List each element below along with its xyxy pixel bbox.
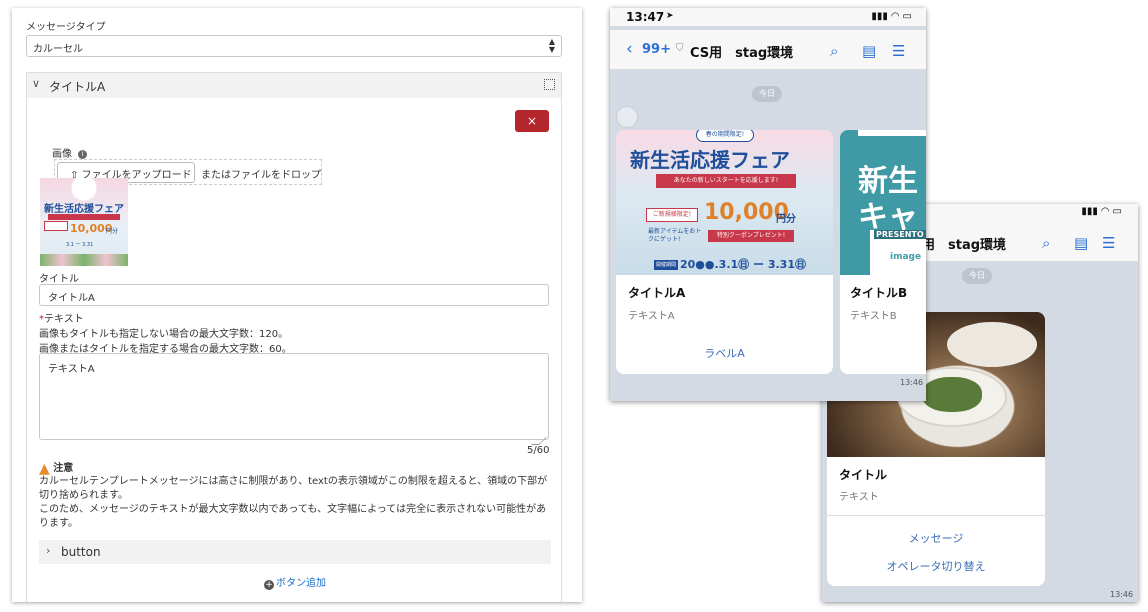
notice-title: 注意 xyxy=(53,463,74,474)
banner-small: 最新アイテムをおトクにゲット! xyxy=(648,228,702,243)
card-title: タイトルB xyxy=(850,286,908,300)
title-input[interactable]: タイトルA xyxy=(39,284,549,306)
day-separator: 今日 xyxy=(752,86,782,102)
banner-price-unit: 円分 xyxy=(776,214,796,225)
select-arrows-icon: ▲ ▼ xyxy=(548,37,555,54)
notice-body-1: カルーセルテンプレートメッセージには高さに制限があり、textの表示領域がこの制… xyxy=(39,476,548,501)
card-divider xyxy=(827,515,1045,516)
banner-ribbon: 春の期間限定! xyxy=(696,130,754,142)
card-title: タイトル xyxy=(839,468,888,482)
card-text: テキストB xyxy=(850,311,897,322)
add-button-label: ボタン追加 xyxy=(276,578,326,589)
message-type-value: カルーセル xyxy=(33,44,83,55)
message-type-select[interactable]: カルーセル ▲ ▼ xyxy=(26,35,562,57)
banner-headline: 新生活応援フェア xyxy=(630,148,790,172)
location-icon: ➤ xyxy=(666,11,674,21)
food-item xyxy=(922,377,982,412)
drag-handle-icon[interactable] xyxy=(544,79,555,90)
card-text: テキスト xyxy=(839,492,879,503)
banner-image: 春の期間限定! 新生活応援フェア あなたの新しいスタートを応援します! ご新規様… xyxy=(616,130,833,275)
message-type-label: メッセージタイプ xyxy=(26,22,106,33)
banner-tag: ご新規様限定! xyxy=(646,208,698,222)
menu-icon[interactable]: ☰ xyxy=(892,42,905,60)
chat-title: CS用 stag環境 xyxy=(690,46,794,61)
chevron-right-icon: › xyxy=(46,544,51,557)
menu-icon[interactable]: ☰ xyxy=(1102,234,1115,252)
thumb-ground xyxy=(40,254,128,266)
status-icons: ▮▮▮ ◠ ▭ xyxy=(1081,206,1122,217)
text-hint-1: 画像もタイトルも指定しない場合の最大文字数：120。 xyxy=(39,329,289,340)
image-label: 画像 i xyxy=(52,145,87,160)
banner-period: 20●●.3.1㊐ ー 3.31㊐ xyxy=(680,258,806,271)
card-b-image-word: image xyxy=(890,252,922,262)
notes-icon[interactable]: ▤ xyxy=(862,42,876,60)
card-b-image: 新生 キャ PRESENTO image xyxy=(840,130,926,275)
clock: 13:47 xyxy=(626,10,665,24)
card-b-banner: PRESENTO xyxy=(874,230,926,239)
carousel-card-a: 春の期間限定! 新生活応援フェア あなたの新しいスタートを応援します! ご新規様… xyxy=(616,130,833,374)
banner-period-tag: 開催期間 xyxy=(654,260,679,270)
info-icon[interactable]: i xyxy=(78,149,87,159)
card-action-message[interactable]: メッセージ xyxy=(827,530,1045,546)
banner-sub: あなたの新しいスタートを応援します! xyxy=(656,174,796,188)
text-label: *テキスト xyxy=(39,310,84,325)
notice-body-2: このため、メッセージのテキストが最大文字数以内であっても、文字幅によっては完全に… xyxy=(39,504,547,529)
text-textarea[interactable]: テキストA xyxy=(39,353,549,440)
plus-circle-icon: + xyxy=(264,580,274,590)
uploaded-image-thumbnail: 新生活応援フェア 10,000 円分 3.1 ー 3.31 xyxy=(40,178,128,266)
drop-hint: またはファイルをドロップ xyxy=(201,170,321,181)
card-action[interactable]: ラベルA xyxy=(616,345,833,361)
banner-coupon: 特別クーポンプレゼント! xyxy=(708,230,794,242)
title-label: タイトル xyxy=(39,274,79,285)
chat-title: 用 stag環境 xyxy=(922,238,1007,253)
carousel-card-b: 新生 キャ PRESENTO image タイトルB テキストB xyxy=(840,130,926,374)
button-section-label: button xyxy=(61,545,101,559)
status-bar: 13:47 ➤ ▮▮▮ ◠ ▭ xyxy=(610,8,926,26)
card-action-operator[interactable]: オペレータ切り替え xyxy=(827,558,1045,574)
add-button-button[interactable]: + ボタン追加 xyxy=(264,574,326,590)
notes-icon[interactable]: ▤ xyxy=(1074,234,1088,252)
thumb-headline: 新生活応援フェア xyxy=(44,204,124,215)
day-separator: 今日 xyxy=(962,268,992,284)
thumb-tag xyxy=(44,221,68,231)
column-title: タイトルA xyxy=(49,80,106,94)
message-time: 13:46 xyxy=(900,378,924,387)
message-time: 13:46 xyxy=(1110,590,1134,599)
back-chevron-icon[interactable]: ‹ xyxy=(626,39,633,59)
back-plate xyxy=(947,322,1037,367)
thumb-dates: 3.1 ー 3.31 xyxy=(66,242,94,248)
chat-navbar: ‹ 99+ ⛉ CS用 stag環境 ⌕ ▤ ☰ xyxy=(610,30,926,70)
chevron-down-icon: ∨ xyxy=(32,77,41,90)
back-count[interactable]: 99+ xyxy=(642,42,671,57)
card-text: テキストA xyxy=(628,311,675,322)
message-editor-panel: メッセージタイプ カルーセル ▲ ▼ ∨ タイトルA × 画像 i ⇧ ファイルをア… xyxy=(12,8,582,602)
char-count: 5/60 xyxy=(527,445,550,456)
card-title: タイトルA xyxy=(628,286,686,300)
status-icons: ▮▮▮ ◠ ▭ xyxy=(871,11,912,22)
column-accordion-header[interactable]: ∨ タイトルA xyxy=(27,73,561,98)
shield-icon: ⛉ xyxy=(676,43,684,54)
text-label-text: テキスト xyxy=(44,314,84,325)
phone-preview-1: 13:47 ➤ ▮▮▮ ◠ ▭ ‹ 99+ ⛉ CS用 stag環境 ⌕ ▤ ☰… xyxy=(610,8,926,401)
thumb-ribbon xyxy=(48,214,120,220)
thumb-price-unit: 円分 xyxy=(106,228,119,235)
delete-column-button[interactable]: × xyxy=(515,110,549,132)
card-b-top-band xyxy=(858,130,926,136)
search-icon[interactable]: ⌕ xyxy=(1042,234,1050,252)
search-icon[interactable]: ⌕ xyxy=(830,42,838,60)
avatar[interactable] xyxy=(616,106,638,128)
button-section-header[interactable]: › button xyxy=(39,540,551,564)
